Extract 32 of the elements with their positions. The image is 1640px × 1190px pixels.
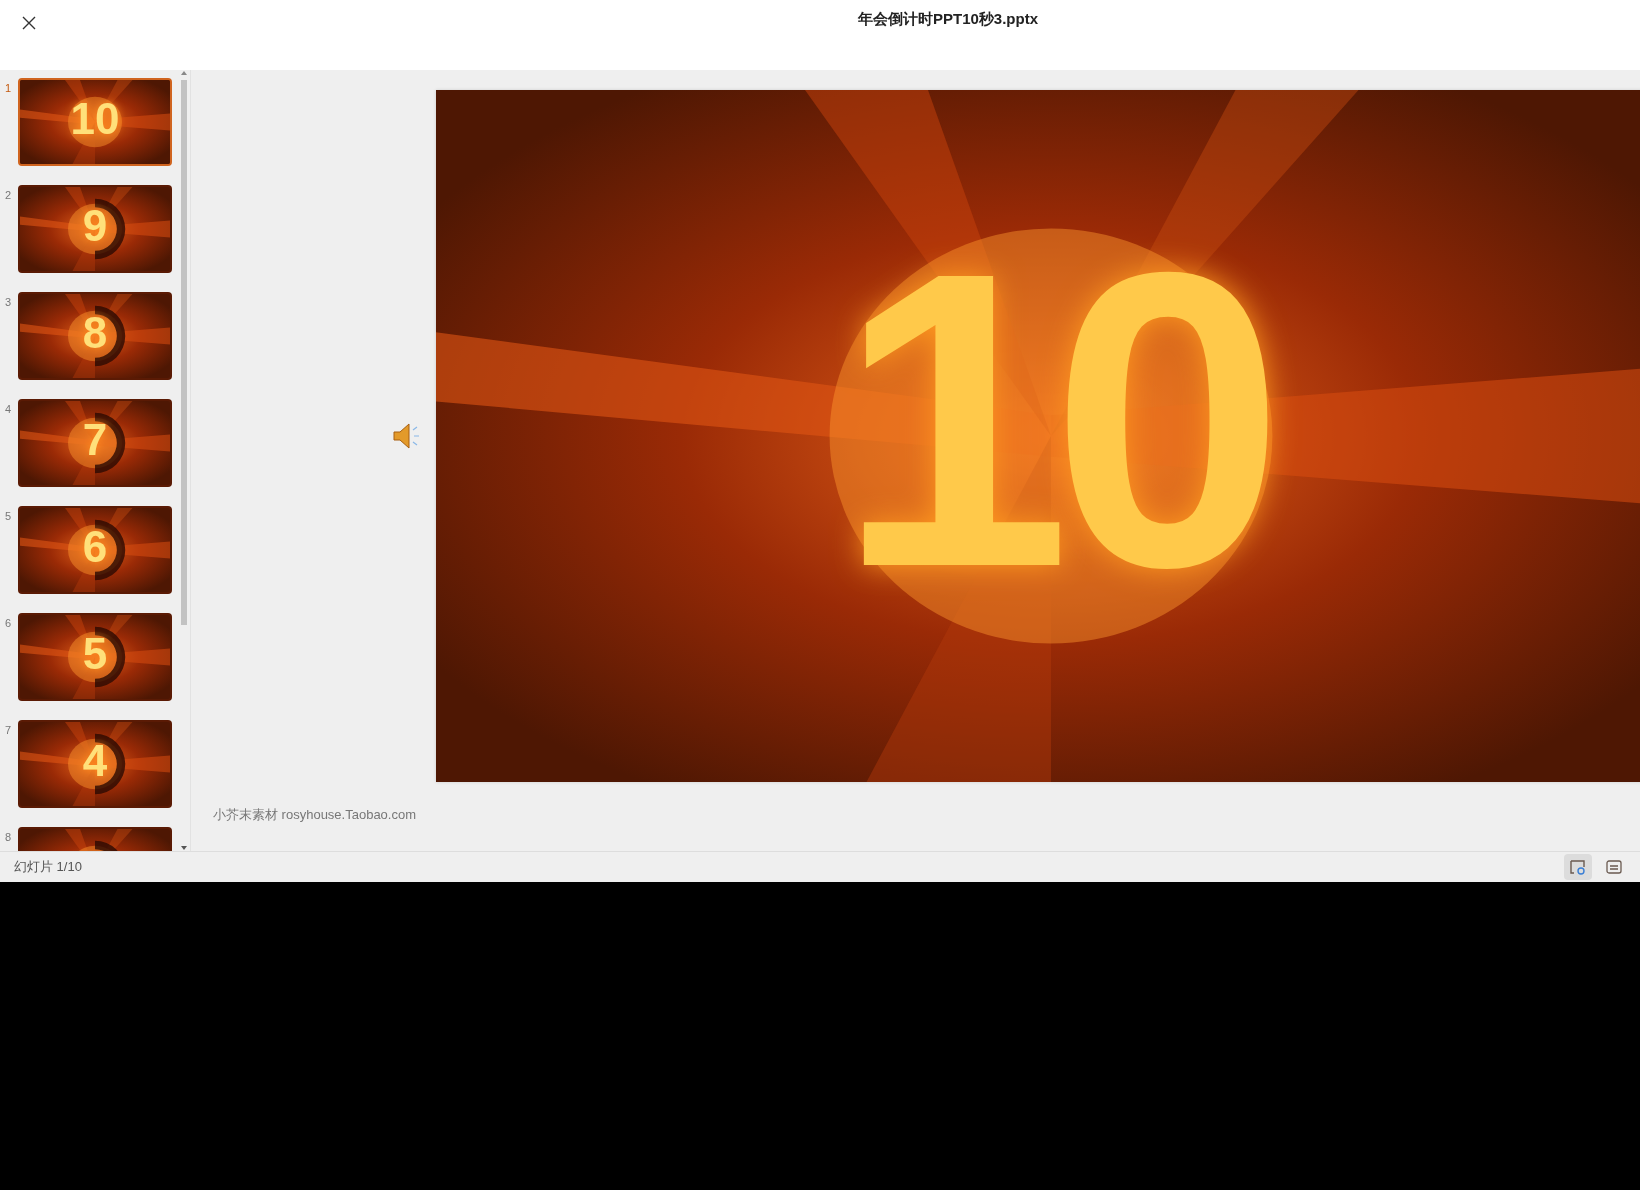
slide-thumbnail[interactable]: 7	[18, 399, 172, 487]
notes-view-icon	[1569, 859, 1587, 875]
slide-thumbnail[interactable]: 6	[18, 506, 172, 594]
scrollbar[interactable]	[180, 70, 188, 851]
countdown-digit: 4	[82, 736, 108, 786]
slide-number: 1	[3, 82, 13, 94]
slide-thumbnail[interactable]: 9	[18, 185, 172, 273]
slide-number: 4	[3, 403, 13, 415]
countdown-digit: 10	[70, 94, 120, 144]
countdown-digit: 10	[837, 210, 1265, 630]
speaker-icon[interactable]	[392, 422, 422, 450]
slide-thumbnail[interactable]: 8	[18, 292, 172, 380]
countdown-digit: 8	[82, 308, 108, 358]
slide-number: 2	[3, 189, 13, 201]
slide-counter: 幻灯片 1/10	[14, 858, 83, 876]
slide-number: 7	[3, 724, 13, 736]
slide-number: 8	[3, 831, 13, 843]
comments-view-icon	[1606, 860, 1622, 874]
countdown-digit: 6	[82, 522, 108, 572]
countdown-digit: 7	[82, 415, 108, 465]
slide-thumbnail[interactable]: 4	[18, 720, 172, 808]
slide-notes: 小芥末素材 rosyhouse.Taobao.com	[213, 806, 417, 824]
slide-thumbnail[interactable]: 5	[18, 613, 172, 701]
countdown-digit: 5	[82, 629, 108, 679]
countdown-digit: 9	[82, 201, 108, 251]
slide-thumbnail[interactable]: 10	[18, 78, 172, 166]
view-button[interactable]	[1564, 854, 1592, 880]
window-title: 年会倒计时PPT10秒3.pptx	[858, 10, 1038, 29]
slide-number: 6	[3, 617, 13, 629]
slide-number: 3	[3, 296, 13, 308]
close-icon	[20, 14, 38, 32]
slide-number: 5	[3, 510, 13, 522]
